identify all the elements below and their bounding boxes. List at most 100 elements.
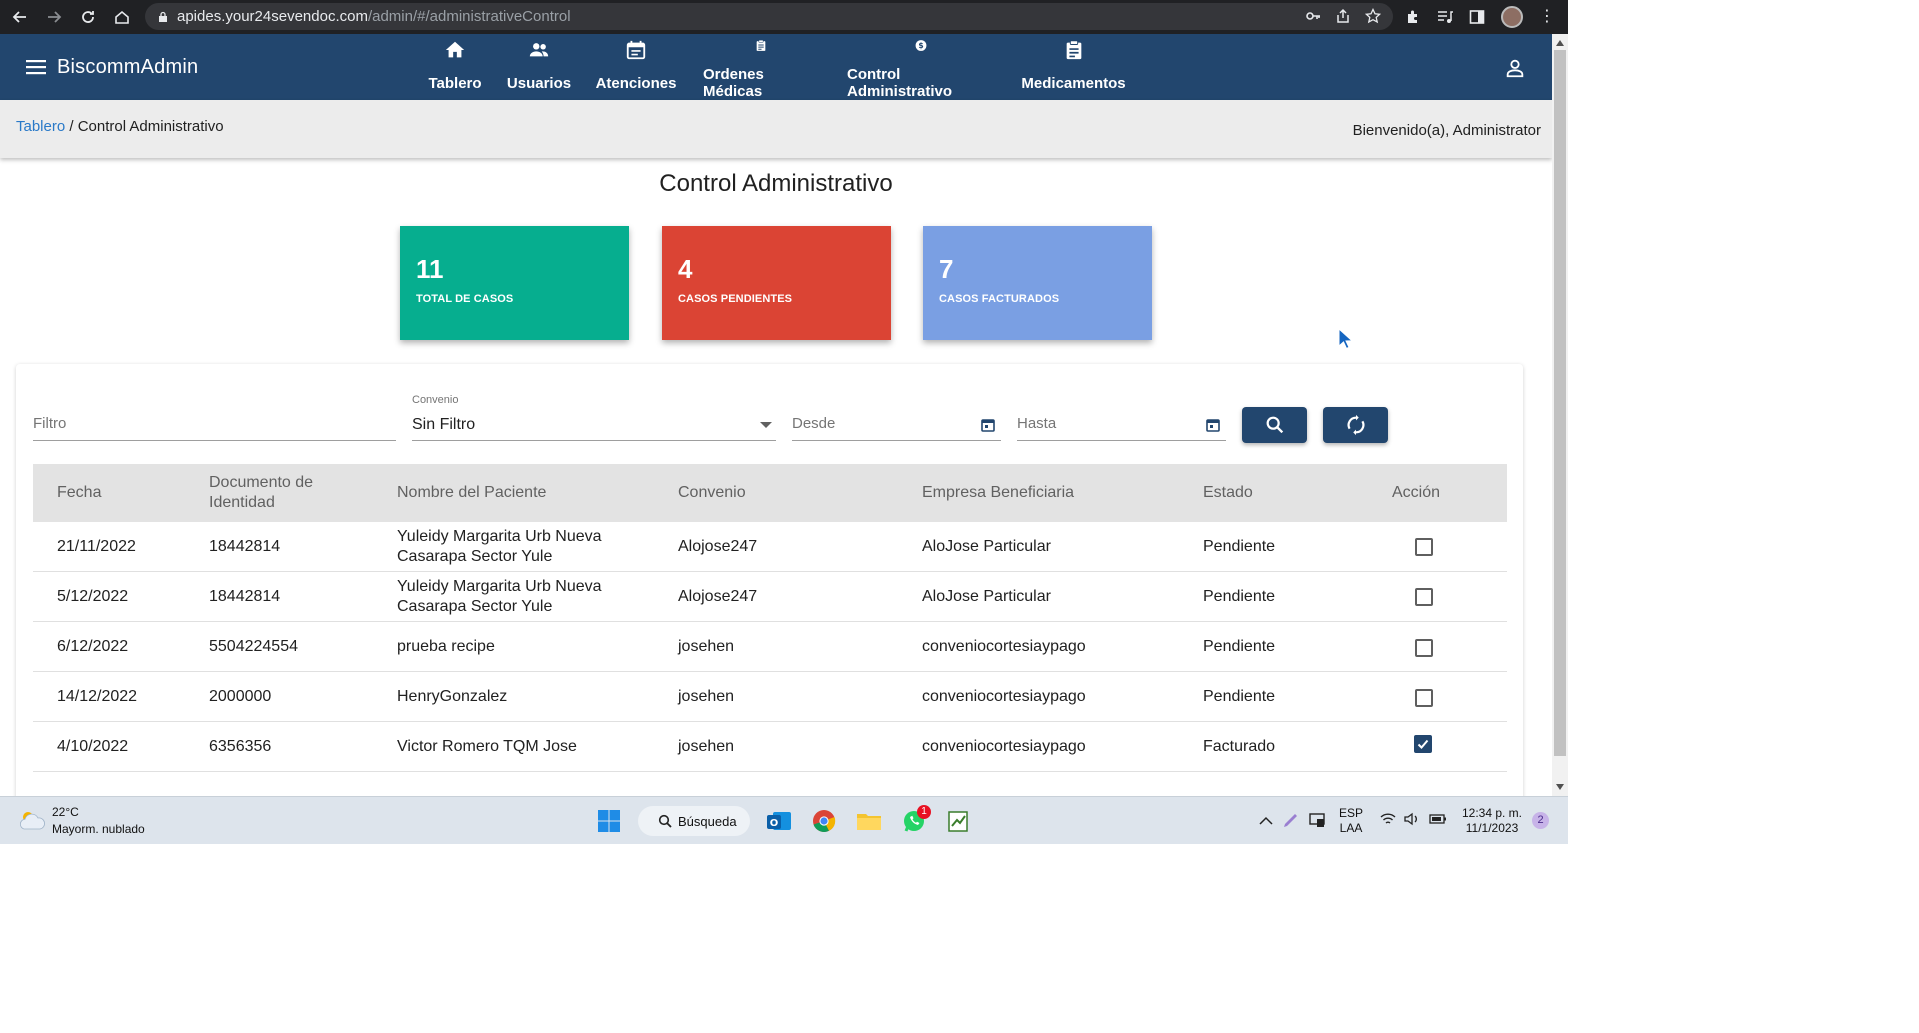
- clock-date: 11/1/2023: [1465, 821, 1519, 835]
- star-icon[interactable]: [1365, 8, 1381, 24]
- nav-control-administrativo[interactable]: $ Control Administrativo: [847, 34, 995, 100]
- row-checkbox[interactable]: [1415, 588, 1433, 606]
- cell-documento: 6356356: [209, 738, 272, 755]
- account-icon[interactable]: [1504, 57, 1526, 79]
- dropdown-caret-icon[interactable]: [760, 422, 772, 428]
- convenio-select[interactable]: Convenio Sin Filtro: [412, 394, 776, 441]
- stat-label: CASOS PENDIENTES: [678, 293, 793, 305]
- app-header: BiscommAdmin Tablero Usuarios Atenciones…: [0, 34, 1552, 100]
- volume-icon[interactable]: [1404, 812, 1420, 826]
- filtro-input[interactable]: Filtro: [33, 400, 396, 441]
- header-empresa[interactable]: Empresa Beneficiaria: [922, 464, 1074, 522]
- clipboard-icon: [756, 39, 766, 51]
- cell-empresa: AloJose Particular: [922, 588, 1051, 605]
- stat-value: 7: [939, 254, 954, 284]
- clock[interactable]: 12:34 p. m. 11/1/2023: [1460, 806, 1524, 836]
- key-icon[interactable]: [1305, 8, 1321, 24]
- language-top: ESP: [1339, 806, 1364, 820]
- address-bar[interactable]: apides.your24sevendoc.com/admin/#/admini…: [145, 3, 1393, 30]
- stat-card-pendientes: 4 CASOS PENDIENTES: [662, 226, 891, 340]
- nav-ordenes-medicas[interactable]: Ordenes Médicas: [703, 34, 819, 100]
- table-row: 6/12/2022 5504224554 prueba recipe joseh…: [33, 622, 1507, 672]
- clock-time: 12:34 p. m.: [1461, 806, 1523, 820]
- browser-toolbar: apides.your24sevendoc.com/admin/#/admini…: [0, 0, 1568, 34]
- row-checkbox[interactable]: [1415, 689, 1433, 707]
- notification-badge[interactable]: 2: [1532, 812, 1549, 829]
- weather-description[interactable]: Mayorm. nublado: [52, 822, 145, 836]
- file-explorer-icon[interactable]: [854, 806, 884, 836]
- media-icon[interactable]: [1437, 9, 1453, 25]
- home-icon: [445, 41, 465, 58]
- cell-documento: 18442814: [209, 588, 281, 605]
- forward-button[interactable]: [40, 3, 68, 31]
- browser-menu-icon[interactable]: ⋮: [1539, 9, 1555, 25]
- cell-convenio: josehen: [678, 738, 735, 755]
- nav-medicamentos[interactable]: Medicamentos: [1021, 34, 1126, 100]
- outlook-icon[interactable]: O: [764, 806, 794, 836]
- nav-atenciones[interactable]: Atenciones: [596, 34, 676, 100]
- back-button[interactable]: [6, 3, 34, 31]
- cell-empresa: conveniocortesiaypago: [922, 688, 1086, 705]
- cell-empresa: AloJose Particular: [922, 538, 1051, 555]
- app-brand[interactable]: BiscommAdmin: [57, 56, 198, 79]
- breadcrumb-home-link[interactable]: Tablero: [16, 118, 65, 135]
- cell-convenio: Alojose247: [678, 538, 758, 555]
- taskbar-search[interactable]: Búsqueda: [638, 806, 750, 836]
- search-icon: [1266, 416, 1283, 434]
- header-fecha[interactable]: Fecha: [57, 464, 101, 522]
- mouse-cursor-icon: [1338, 328, 1354, 350]
- cell-estado: Pendiente: [1203, 538, 1276, 555]
- device-icon[interactable]: [1308, 811, 1326, 829]
- extensions-icon[interactable]: [1405, 9, 1421, 25]
- cell-convenio: josehen: [678, 688, 735, 705]
- row-checkbox[interactable]: [1415, 639, 1433, 657]
- calendar-icon[interactable]: [1206, 418, 1220, 432]
- refresh-button[interactable]: [1323, 407, 1388, 443]
- stat-card-facturados: 7 CASOS FACTURADOS: [923, 226, 1152, 340]
- sidepanel-icon[interactable]: [1469, 9, 1485, 25]
- cell-nombre: prueba recipe: [397, 638, 495, 655]
- nav-usuarios[interactable]: Usuarios: [507, 34, 571, 100]
- language-indicator[interactable]: ESP LAA: [1339, 806, 1363, 836]
- row-checkbox[interactable]: [1415, 538, 1433, 556]
- checkmark-icon: [1417, 739, 1429, 749]
- share-icon[interactable]: [1335, 8, 1351, 24]
- hamburger-menu-icon[interactable]: [25, 58, 47, 76]
- chrome-icon[interactable]: [809, 806, 839, 836]
- hasta-date-input[interactable]: Hasta: [1017, 400, 1226, 441]
- battery-icon[interactable]: [1429, 813, 1447, 825]
- page-scrollbar[interactable]: [1552, 34, 1568, 796]
- cell-estado: Pendiente: [1203, 688, 1276, 705]
- stat-card-total: 11 TOTAL DE CASOS: [400, 226, 629, 340]
- header-estado[interactable]: Estado: [1203, 464, 1253, 522]
- row-checkbox[interactable]: [1414, 735, 1432, 753]
- header-convenio[interactable]: Convenio: [678, 464, 746, 522]
- stat-label: CASOS FACTURADOS: [939, 293, 1060, 305]
- reload-button[interactable]: [74, 3, 102, 31]
- pen-icon[interactable]: [1282, 811, 1300, 829]
- tray-overflow-icon[interactable]: [1259, 816, 1273, 826]
- calendar-icon[interactable]: [981, 418, 995, 432]
- header-nombre[interactable]: Nombre del Paciente: [397, 464, 546, 522]
- scrollbar-thumb[interactable]: [1554, 50, 1566, 756]
- breadcrumb: Tablero / Control Administrativo: [16, 118, 224, 135]
- profile-avatar[interactable]: [1501, 6, 1523, 28]
- stat-value: 11: [416, 254, 444, 284]
- home-browser-button[interactable]: [108, 3, 136, 31]
- cell-fecha: 14/12/2022: [57, 688, 138, 705]
- wifi-icon[interactable]: [1380, 812, 1396, 826]
- nav-tablero[interactable]: Tablero: [428, 34, 482, 100]
- whatsapp-badge: 1: [917, 805, 931, 819]
- header-documento[interactable]: Documento de Identidad: [209, 464, 339, 522]
- search-button[interactable]: [1242, 407, 1307, 443]
- desde-date-input[interactable]: Desde: [792, 400, 1001, 441]
- windows-start-icon[interactable]: [594, 806, 624, 836]
- cell-empresa: conveniocortesiaypago: [922, 638, 1086, 655]
- scroll-up-icon[interactable]: [1556, 40, 1564, 46]
- weather-temperature[interactable]: 22°C: [52, 805, 79, 819]
- scroll-down-icon[interactable]: [1556, 784, 1564, 790]
- cloud-icon[interactable]: [18, 809, 46, 831]
- app-tool-icon[interactable]: [943, 806, 973, 836]
- breadcrumb-bar: Tablero / Control Administrativo Bienven…: [0, 100, 1552, 158]
- cell-estado: Facturado: [1203, 738, 1276, 755]
